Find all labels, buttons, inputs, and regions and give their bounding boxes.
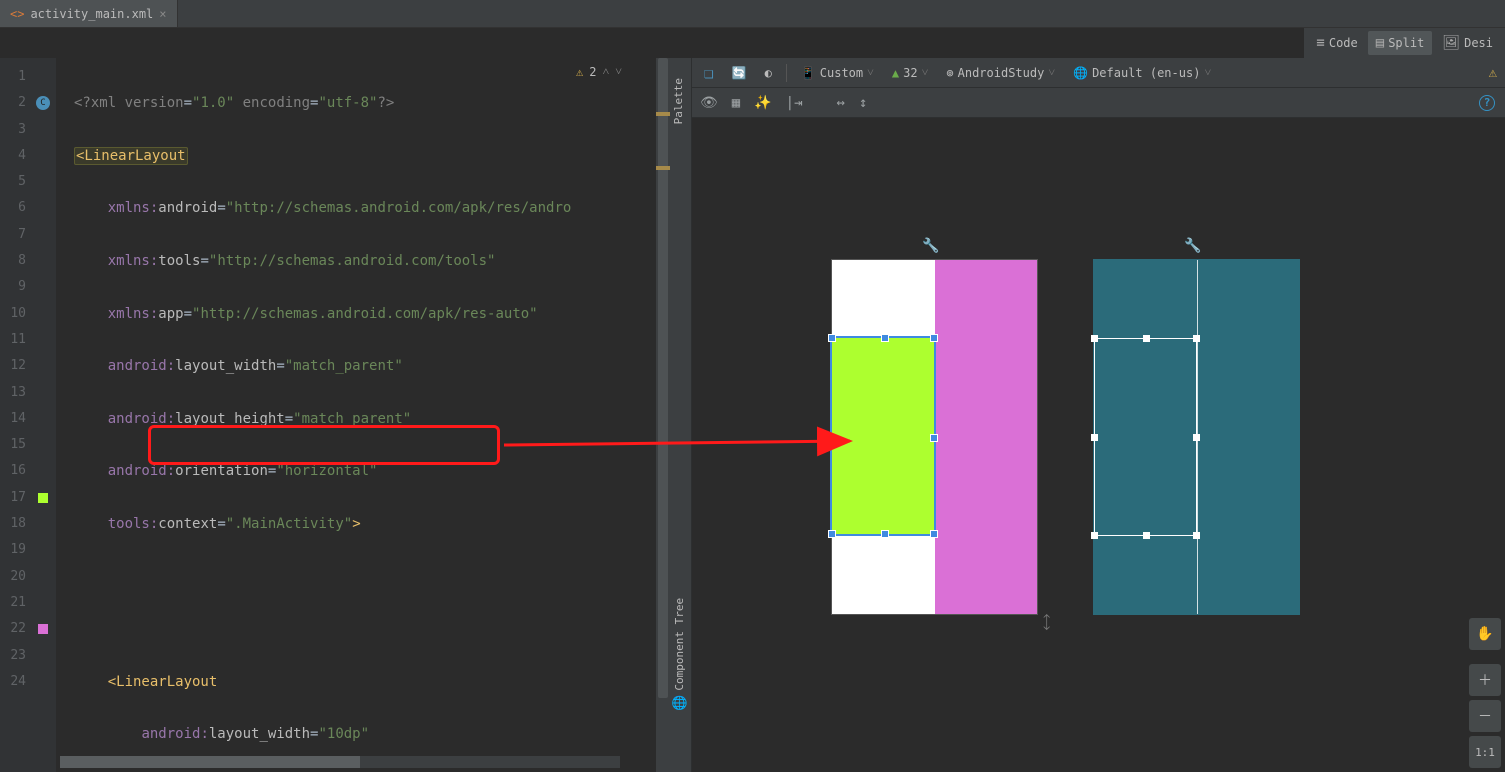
chevron-down-icon: ˅ (1048, 65, 1055, 80)
view-split-button[interactable]: ▤ Split (1368, 31, 1433, 55)
side-tool-strip: Palette 🌐Component Tree (670, 58, 692, 772)
editor-scrollbar[interactable] (656, 58, 670, 772)
zoom-out-button[interactable]: － (1469, 700, 1501, 732)
wrench-icon[interactable]: 🔧 (1184, 238, 1201, 254)
code-editor[interactable]: 1 2C 3 4 5 6 7 8 9 10 11 12 13 14 15 16 … (0, 58, 670, 772)
blueprint-selection (1094, 338, 1197, 536)
eye-icon[interactable]: 👁 (700, 95, 718, 111)
device-preview-blueprint[interactable] (1094, 260, 1299, 614)
code-area[interactable]: <?xml version="1.0" encoding="utf-8"?> <… (56, 58, 670, 772)
resize-handle-icon[interactable]: ⤡ (1035, 610, 1058, 633)
scrollbar-thumb[interactable] (60, 756, 360, 768)
chevron-up-icon[interactable]: ˄ (602, 64, 609, 79)
zoom-controls: ✋ ＋ － 1:1 ⛶ (1469, 618, 1501, 772)
color-swatch-magenta[interactable] (38, 624, 48, 634)
theme-select[interactable]: ⊚ AndroidStudy ˅ (942, 63, 1059, 82)
locale-select[interactable]: 🌐 Default (en-us) ˅ (1069, 63, 1215, 82)
gutter: 1 2C 3 4 5 6 7 8 9 10 11 12 13 14 15 16 … (0, 58, 56, 772)
editor-tabs: <> activity_main.xml × (0, 0, 1505, 28)
view-design-button[interactable]: 🖼 Desi (1434, 31, 1501, 55)
chevron-down-icon: ˅ (867, 65, 874, 80)
scrollbar-thumb[interactable] (658, 58, 668, 698)
expand-horizontal-icon[interactable]: ↔ (837, 95, 845, 111)
component-tree-tab[interactable]: 🌐Component Tree (672, 598, 687, 711)
file-tab-name: activity_main.xml (30, 7, 153, 21)
expand-vertical-icon[interactable]: ↕ (859, 95, 867, 111)
selection-outline (830, 336, 936, 536)
editor-horizontal-scrollbar[interactable] (60, 756, 620, 768)
surfaces-icon[interactable]: ❏ (700, 61, 718, 84)
view-mode-bar: ≡ Code ▤ Split 🖼 Desi (1304, 28, 1505, 58)
pan-button[interactable]: ✋ (1469, 618, 1501, 650)
view-design-label: Desi (1464, 36, 1493, 50)
design-canvas[interactable]: 🔧 ⤡ 🔧 (692, 118, 1505, 772)
warning-count: 2 (589, 65, 596, 79)
orientation-icon[interactable]: 🔄 (728, 64, 751, 82)
view-code-button[interactable]: ≡ Code (1308, 31, 1365, 55)
scrollbar-marker (656, 112, 670, 116)
file-tab[interactable]: <> activity_main.xml × (0, 0, 178, 27)
api-select[interactable]: ▲ 32 ˅ (888, 63, 932, 82)
rtl-icon[interactable]: |⇥ (786, 95, 803, 111)
scrollbar-marker (656, 166, 670, 170)
wrench-icon[interactable]: 🔧 (922, 238, 939, 254)
color-swatch-green[interactable] (38, 493, 48, 503)
magic-wand-icon[interactable]: ✨ (754, 95, 771, 111)
list-icon: ≡ (1316, 35, 1324, 51)
layout-warning-icon[interactable]: ⚠ (1489, 65, 1497, 81)
night-mode-icon[interactable]: ◐ (761, 64, 776, 82)
design-toolbar-top: ❏ 🔄 ◐ 📱 Custom ˅ ▲ 32 ˅ ⊚ AndroidStudy ˅… (670, 58, 1505, 88)
chevron-down-icon: ˅ (922, 65, 929, 80)
problems-chip[interactable]: ⚠ 2 ˄ ˅ (576, 64, 622, 79)
view-code-label: Code (1329, 36, 1358, 50)
help-icon[interactable]: ? (1479, 95, 1495, 111)
xml-file-icon: <> (10, 7, 24, 21)
split-icon: ▤ (1376, 35, 1384, 51)
zoom-reset-button[interactable]: 1:1 (1469, 736, 1501, 768)
close-icon[interactable]: × (159, 7, 166, 21)
class-gutter-icon[interactable]: C (36, 96, 50, 110)
chevron-down-icon[interactable]: ˅ (615, 64, 622, 79)
design-toolbar-second: 👁 ▦ ✨ |⇥ ↔ ↕ ? (670, 88, 1505, 118)
design-panel: Palette 🌐Component Tree ❏ 🔄 ◐ 📱 Custom ˅… (670, 58, 1505, 772)
view-split-label: Split (1388, 36, 1424, 50)
palette-tab[interactable]: Palette (672, 78, 685, 124)
device-select[interactable]: 📱 Custom ˅ (797, 63, 878, 82)
zoom-in-button[interactable]: ＋ (1469, 664, 1501, 696)
chevron-down-icon: ˅ (1204, 65, 1211, 80)
layout-bounds-icon[interactable]: ▦ (732, 95, 740, 111)
layout-child-magenta[interactable] (935, 260, 1037, 614)
warning-icon: ⚠ (576, 65, 583, 79)
image-icon: 🖼 (1442, 35, 1460, 51)
